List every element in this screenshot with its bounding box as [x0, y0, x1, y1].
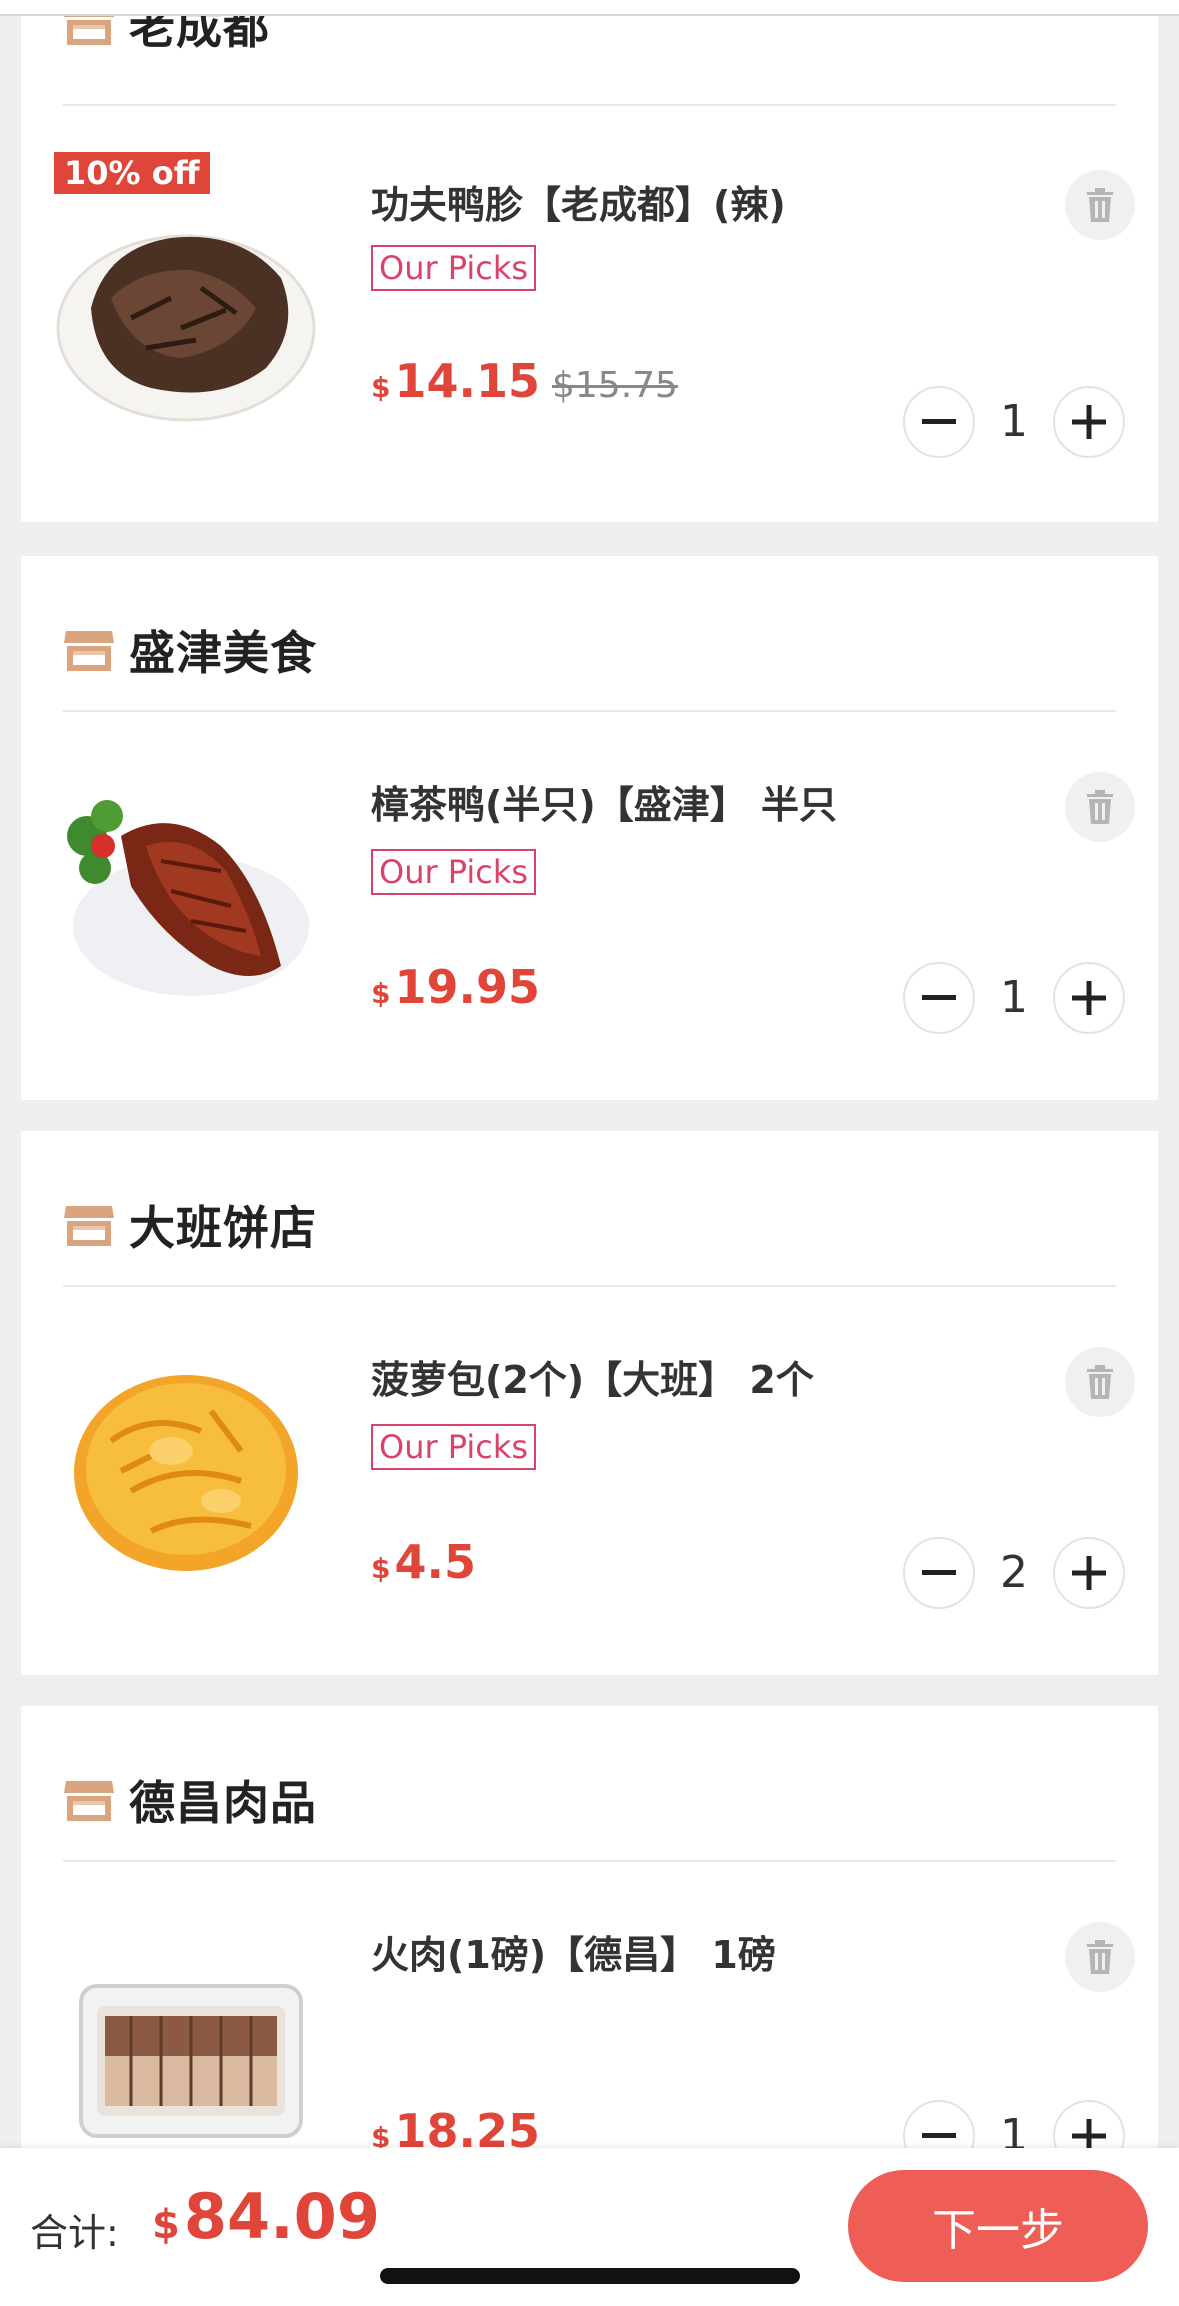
item-name[interactable]: 功夫鸭胗【老成都】(辣)	[371, 174, 786, 229]
shop-card: 大班饼店 菠萝包(2个)【大班】 2个 Our Picks $ 4.5 2	[21, 1131, 1158, 1675]
quantity-value[interactable]: 1	[981, 390, 1047, 454]
product-image[interactable]	[51, 1351, 321, 1591]
item-name[interactable]: 火肉(1磅)【德昌】 1磅	[371, 1924, 776, 1979]
plus-icon	[1072, 981, 1106, 1015]
shop-header: 德昌肉品	[63, 1746, 317, 1854]
trash-icon	[1087, 1365, 1113, 1399]
minus-icon	[922, 1570, 956, 1575]
delete-button[interactable]	[1065, 170, 1135, 240]
shop-header: 大班饼店	[63, 1171, 317, 1279]
shop-header: 盛津美食	[63, 596, 317, 704]
quantity-value[interactable]: 2	[981, 1541, 1047, 1605]
shop-name: 盛津美食	[129, 626, 317, 680]
divider	[63, 1860, 1116, 1862]
price-amount: 19.95	[394, 960, 540, 1014]
store-icon	[64, 1206, 114, 1246]
currency-symbol: $	[371, 977, 391, 1010]
trash-icon	[1087, 188, 1113, 222]
divider	[63, 710, 1116, 712]
increase-quantity-button[interactable]	[1053, 1537, 1125, 1609]
currency-symbol: $	[371, 1552, 391, 1585]
our-picks-badge: Our Picks	[371, 849, 537, 895]
plus-icon	[1072, 405, 1106, 439]
trash-icon	[1087, 1940, 1113, 1974]
price-amount: 4.5	[394, 1535, 476, 1589]
decrease-quantity-button[interactable]	[903, 1537, 975, 1609]
checkout-bar: 合计: $ 84.09 下一步	[0, 2148, 1179, 2306]
original-price: $15.75	[552, 365, 678, 406]
divider	[63, 1285, 1116, 1287]
shop-name: 德昌肉品	[129, 1776, 317, 1830]
store-icon	[64, 631, 114, 671]
delete-button[interactable]	[1065, 1347, 1135, 1417]
total-price: $ 84.09	[152, 2180, 380, 2253]
currency-symbol: $	[371, 371, 391, 404]
minus-icon	[922, 419, 956, 424]
item-price: $ 14.15 $15.75	[371, 354, 678, 408]
home-indicator	[380, 2268, 800, 2284]
increase-quantity-button[interactable]	[1053, 386, 1125, 458]
total-amount: 84.09	[183, 2180, 380, 2253]
price-amount: 14.15	[394, 354, 540, 408]
store-icon	[64, 1781, 114, 1821]
total-label: 合计:	[30, 2211, 119, 2255]
product-image[interactable]	[51, 178, 321, 428]
delete-button[interactable]	[1065, 1922, 1135, 1992]
plus-icon	[1072, 1556, 1106, 1590]
item-name[interactable]: 樟茶鸭(半只)【盛津】 半只	[371, 774, 837, 829]
item-price: $ 4.5	[371, 1535, 476, 1589]
our-picks-badge: Our Picks	[371, 245, 537, 291]
next-step-button[interactable]: 下一步	[848, 2170, 1148, 2282]
currency-symbol: $	[152, 2202, 180, 2248]
quantity-value[interactable]: 1	[981, 966, 1047, 1030]
shop-card: 老成都 10% off 功夫鸭胗【老成都】(辣) Our Picks $ 14.…	[21, 0, 1158, 522]
decrease-quantity-button[interactable]	[903, 962, 975, 1034]
increase-quantity-button[interactable]	[1053, 962, 1125, 1034]
item-price: $ 19.95	[371, 960, 540, 1014]
delete-button[interactable]	[1065, 772, 1135, 842]
product-image[interactable]	[51, 776, 321, 1016]
minus-icon	[922, 2133, 956, 2138]
product-image[interactable]	[51, 1966, 321, 2146]
our-picks-badge: Our Picks	[371, 1424, 537, 1470]
shop-name: 大班饼店	[129, 1201, 317, 1255]
cart-screen: 老成都 10% off 功夫鸭胗【老成都】(辣) Our Picks $ 14.…	[0, 0, 1179, 2306]
minus-icon	[922, 995, 956, 1000]
item-name[interactable]: 菠萝包(2个)【大班】 2个	[371, 1349, 814, 1404]
divider	[63, 104, 1116, 106]
decrease-quantity-button[interactable]	[903, 386, 975, 458]
discount-tag: 10% off	[54, 152, 210, 194]
top-edge	[0, 0, 1179, 16]
shop-card: 盛津美食 樟茶鸭(半只)【盛津】 半只 Our Picks $ 19.95 1	[21, 556, 1158, 1100]
trash-icon	[1087, 790, 1113, 824]
